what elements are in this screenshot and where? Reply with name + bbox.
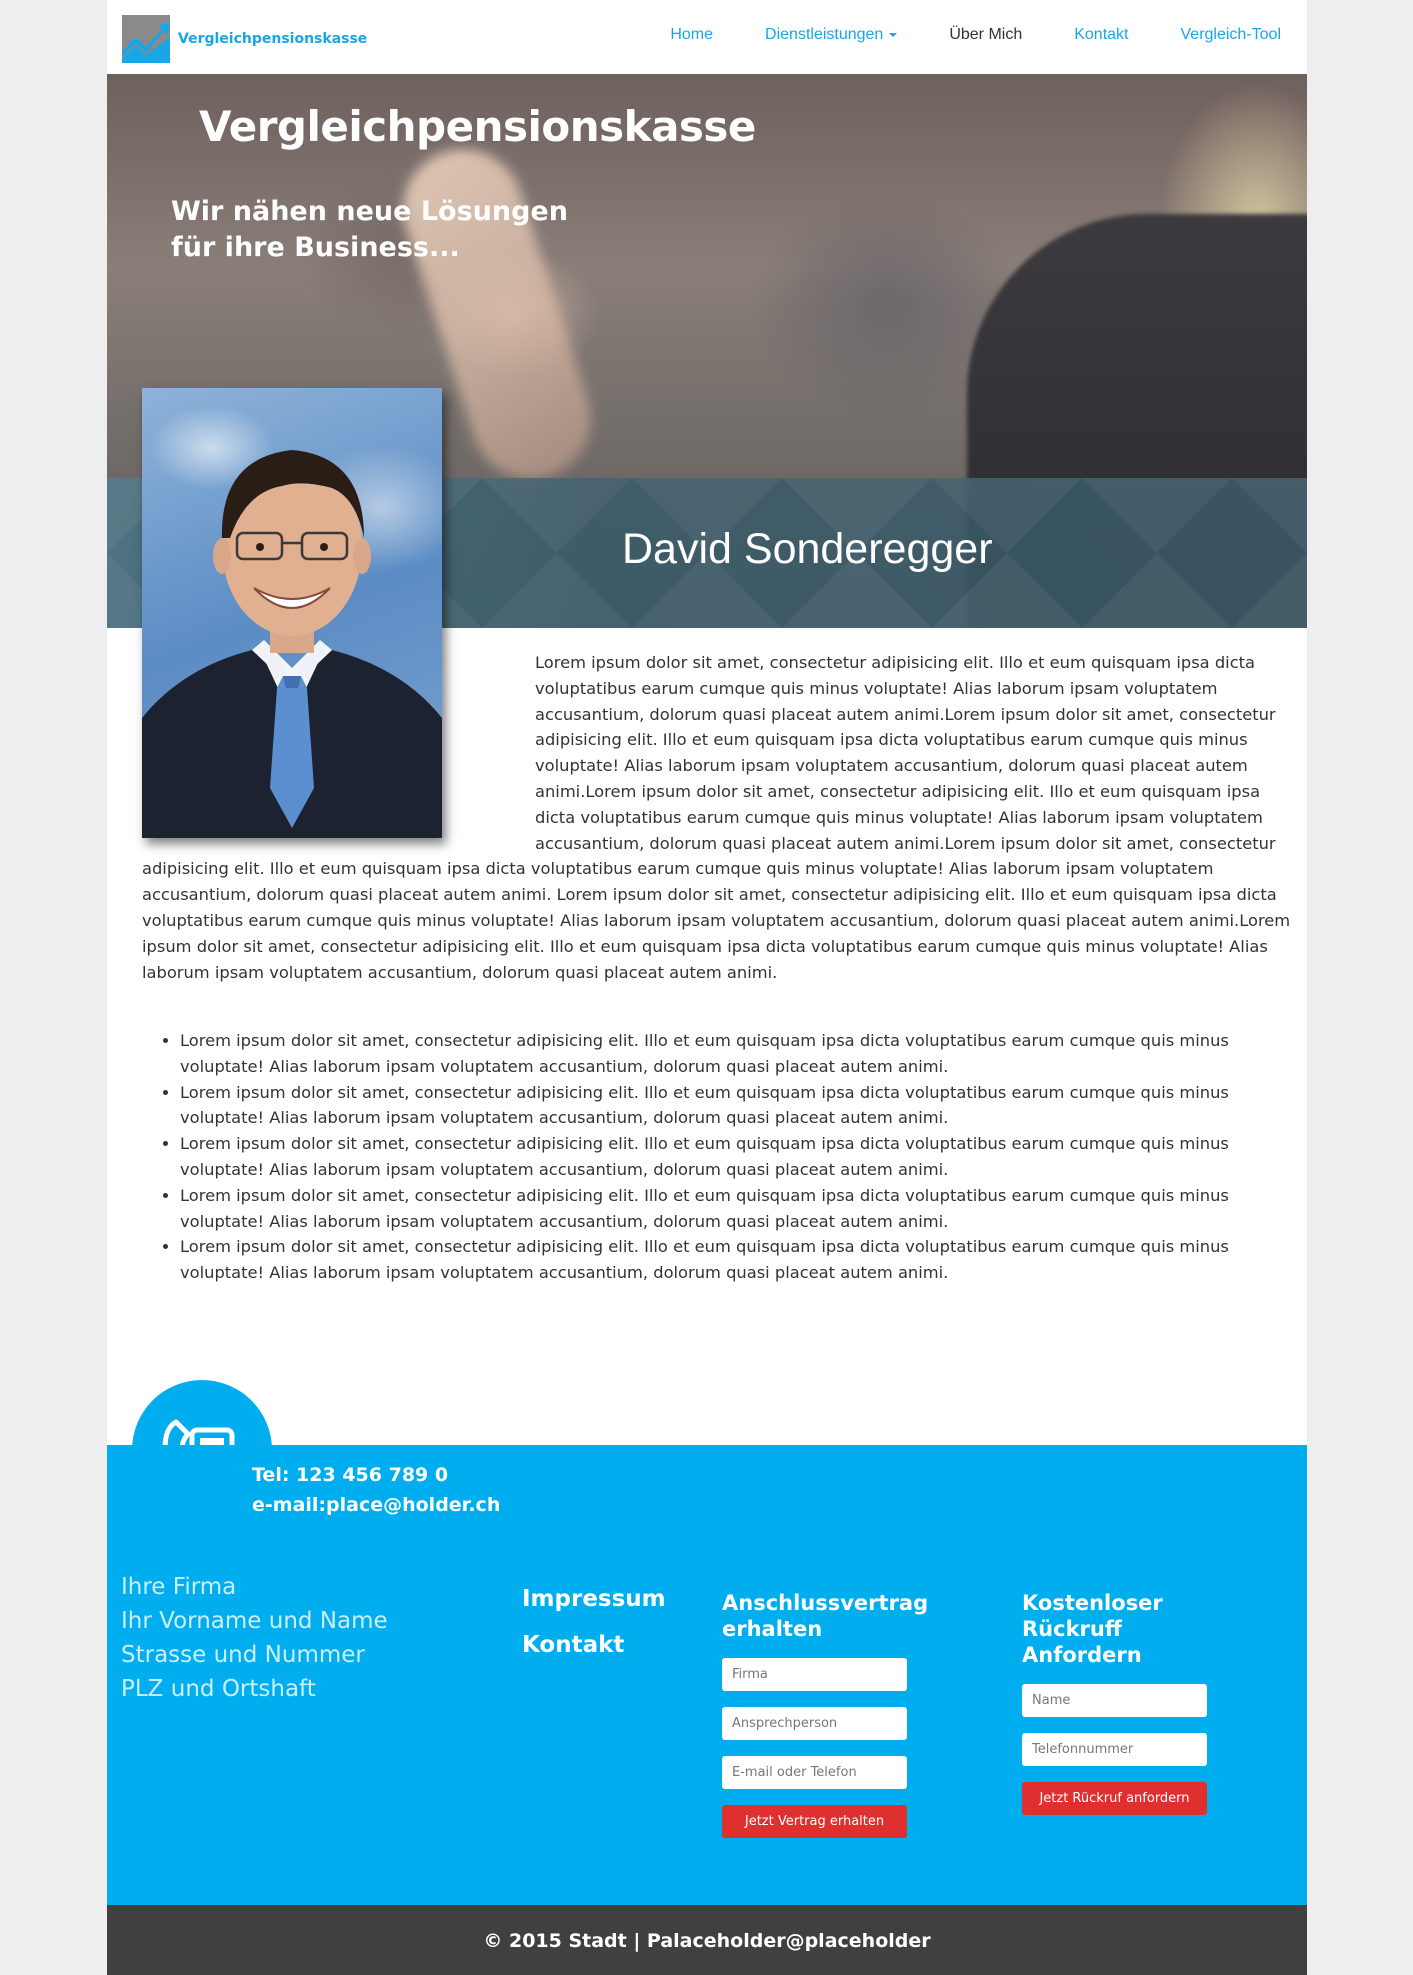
email-address[interactable]: e-mail:place@holder.ch [252,1490,500,1520]
callback-form-title: Kostenloser Rückruff Anfordern [1022,1591,1163,1667]
brand-name: Vergleichpensionskasse [178,31,368,47]
nav-dienstleistungen[interactable]: Dienstleistungen [739,26,923,44]
company-field[interactable] [722,1658,907,1691]
contact-person-field[interactable] [722,1707,907,1740]
address-line: Ihr Vorname und Name [121,1608,388,1634]
get-contract-button[interactable]: Jetzt Vertrag erhalten [722,1805,907,1838]
address-line: Strasse und Nummer [121,1642,365,1668]
list-item: Lorem ipsum dolor sit amet, consectetur … [180,1028,1280,1080]
nav-home[interactable]: Home [644,26,739,44]
contract-form-title: Anschlussvertrag erhalten [722,1591,929,1641]
chevron-down-icon [889,32,898,37]
address-line: PLZ und Ortshaft [121,1676,316,1702]
header: Vergleichpensionskasse Home Dienstleistu… [107,0,1307,74]
footer-links: Impressum Kontakt [522,1586,666,1678]
phone-field[interactable] [1022,1733,1207,1766]
nav-ueber-mich[interactable]: Über Mich [923,26,1048,44]
main-nav: Home Dienstleistungen Über Mich Kontakt … [644,0,1307,70]
email-or-phone-field[interactable] [722,1756,907,1789]
list-item: Lorem ipsum dolor sit amet, consectetur … [180,1131,1280,1183]
contact-info: Tel: 123 456 789 0 e-mail:place@holder.c… [252,1460,500,1520]
phone-number[interactable]: Tel: 123 456 789 0 [252,1460,500,1490]
profile-bio: Lorem ipsum dolor sit amet, consectetur … [142,650,1302,985]
brand-logo[interactable]: Vergleichpensionskasse [122,15,367,63]
company-address: Ihre Firma Ihr Vorname und Name Strasse … [121,1570,388,1706]
copyright-text: © 2015 Stadt | Palaceholder@placeholder [483,1930,931,1952]
list-item: Lorem ipsum dolor sit amet, consectetur … [180,1234,1280,1286]
link-impressum[interactable]: Impressum [522,1586,666,1612]
page: Vergleichpensionskasse Home Dienstleistu… [107,0,1307,1975]
photo-spacer [142,650,535,850]
name-field[interactable] [1022,1684,1207,1717]
link-kontakt[interactable]: Kontakt [522,1632,666,1658]
nav-vergleich-tool[interactable]: Vergleich-Tool [1155,26,1308,44]
hero-title: Vergleichpensionskasse [199,102,756,151]
address-line: Ihre Firma [121,1574,237,1600]
hero-subtitle-line: Wir nähen neue Lösungen [171,196,568,227]
chart-logo-icon [122,15,170,63]
bullet-list: Lorem ipsum dolor sit amet, consectetur … [152,1028,1280,1286]
list-item: Lorem ipsum dolor sit amet, consectetur … [180,1183,1280,1235]
nav-dienstleistungen-label: Dienstleistungen [765,26,884,43]
nav-kontakt[interactable]: Kontakt [1048,26,1154,44]
list-item: Lorem ipsum dolor sit amet, consectetur … [180,1080,1280,1132]
hero-subtitle-line: für ihre Business... [171,232,460,263]
request-callback-button[interactable]: Jetzt Rückruf anfordern [1022,1782,1207,1815]
hero-subtitle: Wir nähen neue Lösungen für ihre Busines… [171,194,568,266]
contract-form: Anschlussvertrag erhalten Jetzt Vertrag … [722,1590,929,1838]
profile-name: David Sonderegger [622,525,993,573]
callback-form: Kostenloser Rückruff Anfordern Jetzt Rüc… [1022,1590,1212,1815]
